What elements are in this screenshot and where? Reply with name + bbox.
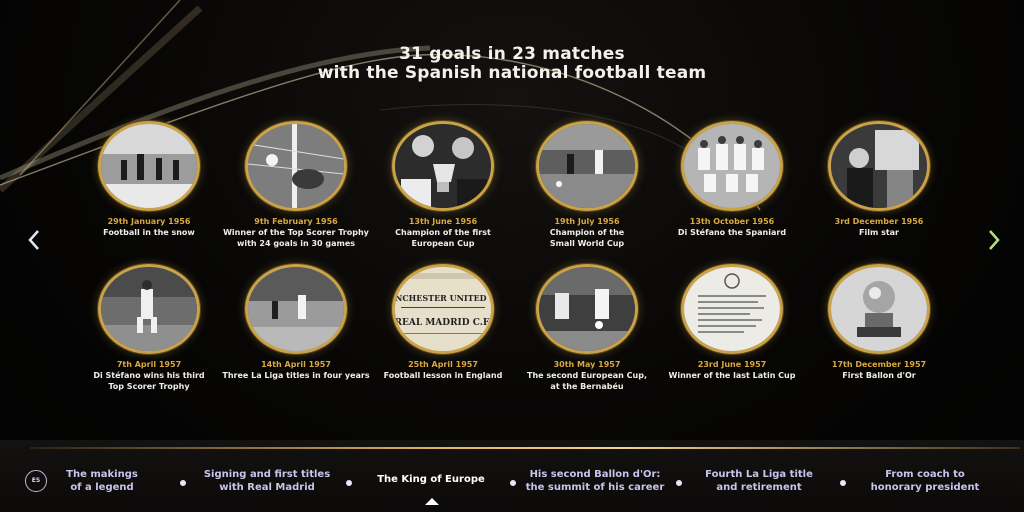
chevron-right-icon	[989, 230, 1000, 250]
card-date: 23rd June 1957	[697, 360, 767, 369]
nav-item-label-line2: with Real Madrid	[219, 482, 315, 493]
player-running-photo-icon	[98, 264, 200, 354]
card-date: 19th July 1956	[554, 217, 620, 226]
chapter-navigation: The makings of a legend Signing and firs…	[0, 462, 1024, 502]
active-chapter-caret-icon	[425, 498, 439, 505]
timeline-grid: 29th January 1956 Football in the snow 9…	[0, 0, 1024, 512]
chevron-left-icon	[28, 230, 39, 250]
document-letter-icon	[681, 264, 783, 354]
nav-item-label: Fourth La Liga title	[705, 469, 813, 480]
timeline-card-first-european-cup[interactable]: 13th June 1956 Champion of the first Eur…	[363, 121, 523, 249]
nav-item-signing-and-first-titles[interactable]: Signing and first titles with Real Madri…	[192, 468, 342, 494]
nav-item-label-line2: the summit of his career	[525, 482, 665, 493]
ballon-dor-trophy-icon	[828, 264, 930, 354]
timeline-card-top-scorer-1956[interactable]: 9th February 1956 Winner of the Top Scor…	[216, 121, 376, 249]
film-scene-photo-icon	[828, 121, 930, 211]
nav-item-label-line2: and retirement	[716, 482, 802, 493]
card-date: 25th April 1957	[408, 360, 478, 369]
timeline-card-small-world-cup[interactable]: 19th July 1956 Champion of the Small Wor…	[507, 121, 667, 249]
timeline-card-film-star[interactable]: 3rd December 1956 Film star	[799, 121, 959, 238]
nav-item-second-ballon-dor[interactable]: His second Ballon d'Or: the summit of hi…	[520, 468, 670, 494]
card-date: 17th December 1957	[831, 360, 927, 369]
card-caption-line2: Top Scorer Trophy	[108, 382, 190, 391]
goal-post-photo-icon	[245, 121, 347, 211]
card-caption: First Ballon d'Or	[842, 371, 916, 380]
card-caption: Football in the snow	[103, 228, 195, 237]
newspaper-line-2: REAL MADRID C.F.	[395, 318, 491, 328]
timeline-card-three-la-liga[interactable]: 14th April 1957 Three La Liga titles in …	[216, 264, 376, 381]
card-caption: Di Stéfano the Spaniard	[677, 228, 787, 237]
card-caption-line2: with 24 goals in 30 games	[236, 239, 356, 248]
card-date: 14th April 1957	[261, 360, 331, 369]
nav-separator-dot	[346, 480, 352, 486]
newspaper-line-1: MANCHESTER UNITED F.C.	[395, 293, 491, 303]
next-arrow-button[interactable]	[984, 226, 1004, 254]
nav-item-king-of-europe[interactable]: The King of Europe	[356, 473, 506, 486]
nav-separator-dot	[676, 480, 682, 486]
card-caption-line2: Small World Cup	[549, 239, 625, 248]
card-date: 9th February 1956	[254, 217, 338, 226]
nav-separator-dot	[840, 480, 846, 486]
nav-item-makings-of-a-legend[interactable]: The makings of a legend	[27, 468, 177, 494]
card-date: 7th April 1957	[116, 360, 182, 369]
timeline-card-second-european-cup[interactable]: 30th May 1957 The second European Cup, a…	[507, 264, 667, 392]
card-date: 30th May 1957	[553, 360, 621, 369]
card-caption: Champion of the first	[395, 228, 491, 237]
previous-arrow-button[interactable]	[24, 226, 44, 254]
nav-separator-dot	[180, 480, 186, 486]
card-caption-line2: at the Bernabéu	[550, 382, 624, 391]
card-date: 3rd December 1956	[834, 217, 924, 226]
nav-item-fourth-la-liga[interactable]: Fourth La Liga title and retirement	[684, 468, 834, 494]
timeline-card-snow[interactable]: 29th January 1956 Football in the snow	[69, 121, 229, 238]
card-caption: The second European Cup,	[527, 371, 647, 380]
card-date: 29th January 1956	[107, 217, 191, 226]
nav-item-label: The King of Europe	[377, 474, 485, 485]
card-caption: Three La Liga titles in four years	[222, 371, 370, 380]
stadium-match-photo-icon	[245, 264, 347, 354]
nav-item-coach-to-honorary-president[interactable]: From coach to honorary president	[850, 468, 1000, 494]
nav-item-label: Signing and first titles	[203, 469, 331, 480]
timeline-card-third-top-scorer[interactable]: 7th April 1957 Di Stéfano wins his third…	[69, 264, 229, 392]
nav-item-label: His second Ballon d'Or:	[529, 469, 661, 480]
newspaper-clipping-icon: MANCHESTER UNITED F.C. REAL MADRID C.F.	[392, 264, 494, 354]
timeline-card-football-lesson[interactable]: MANCHESTER UNITED F.C. REAL MADRID C.F. …	[363, 264, 523, 381]
shelf-light-line	[30, 447, 1020, 449]
timeline-card-latin-cup[interactable]: 23rd June 1957 Winner of the last Latin …	[652, 264, 812, 381]
timeline-card-first-ballon-dor[interactable]: 17th December 1957 First Ballon d'Or	[799, 264, 959, 381]
card-caption: Football lesson in England	[383, 371, 503, 380]
card-date: 13th October 1956	[689, 217, 775, 226]
card-caption: Film star	[859, 228, 899, 237]
nav-separator-dot	[510, 480, 516, 486]
match-action-photo-icon	[536, 121, 638, 211]
nav-item-label: From coach to	[885, 469, 965, 480]
player-kick-photo-icon	[536, 264, 638, 354]
card-caption-line2: European Cup	[411, 239, 475, 248]
trophy-celebration-photo-icon	[392, 121, 494, 211]
nav-item-label-line2: of a legend	[70, 482, 134, 493]
card-caption: Di Stéfano wins his third	[93, 371, 205, 380]
card-caption: Winner of the last Latin Cup	[668, 371, 796, 380]
card-date: 13th June 1956	[408, 217, 478, 226]
nav-item-label-line2: honorary president	[870, 482, 980, 493]
card-caption: Winner of the Top Scorer Trophy	[223, 228, 369, 237]
timeline-card-spaniard[interactable]: 13th October 1956 Di Stéfano the Spaniar…	[652, 121, 812, 238]
team-photo-icon	[681, 121, 783, 211]
snow-match-photo-icon	[98, 121, 200, 211]
card-caption: Champion of the	[549, 228, 625, 237]
nav-item-label: The makings	[66, 469, 138, 480]
